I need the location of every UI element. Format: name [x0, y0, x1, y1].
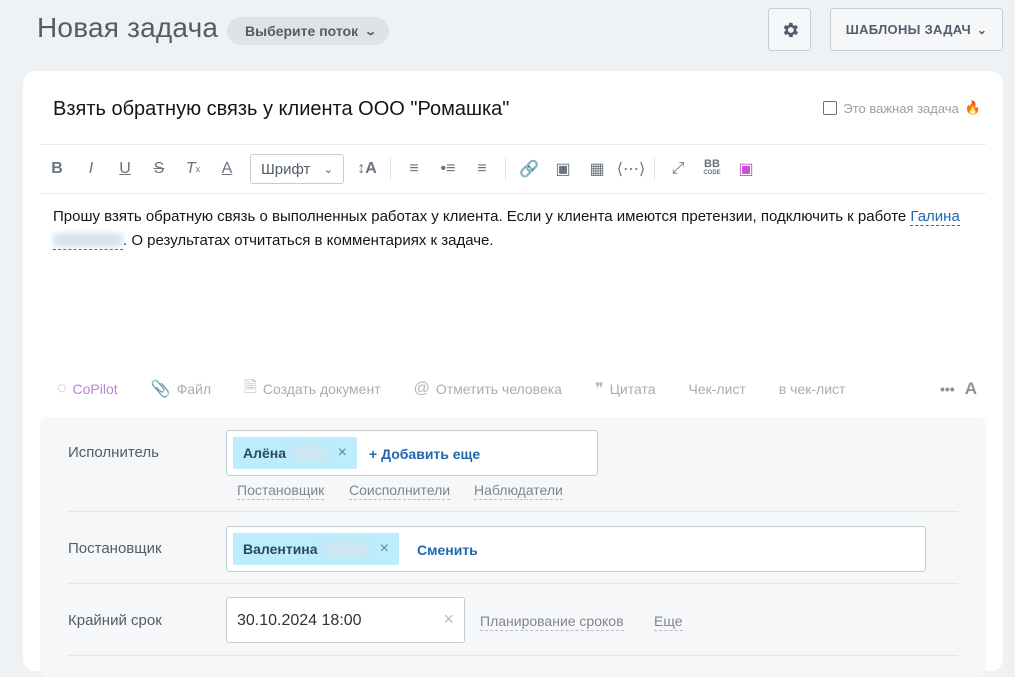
change-creator-button[interactable]: Сменить	[417, 542, 478, 558]
deadline-planning-link[interactable]: Планирование сроков	[480, 613, 624, 631]
task-description[interactable]: Прошу взять обратную связь о выполненных…	[53, 205, 983, 253]
page-title: Новая задача	[37, 12, 219, 43]
bulleted-list-button[interactable]: •≡	[431, 154, 465, 184]
toolbar-divider	[505, 158, 506, 180]
more-icon[interactable]: •••	[940, 381, 955, 397]
important-label: Это важная задача	[843, 100, 959, 116]
role-creator-link[interactable]: Постановщик	[237, 482, 325, 500]
text-format-icon[interactable]: A	[965, 379, 977, 399]
code-button[interactable]: ⟨⋯⟩	[614, 154, 648, 184]
copilot-button[interactable]: ◌ CoPilot	[57, 380, 118, 398]
at-icon: @	[413, 380, 430, 397]
numbered-list-button[interactable]: ≡	[397, 154, 431, 184]
creator-chip[interactable]: Валентина ×	[233, 533, 399, 565]
create-document-button[interactable]: 🗎 Создать документ	[244, 376, 381, 403]
copilot-icon: ◌	[57, 380, 67, 397]
quote-icon: ❞	[594, 381, 604, 398]
document-icon: 🗎	[244, 378, 257, 396]
chevron-down-icon: ⌄	[364, 25, 378, 38]
blurred-surname	[323, 542, 368, 556]
fullscreen-button[interactable]: ⤢	[661, 154, 695, 184]
flow-select-label: Выберите поток	[245, 23, 359, 39]
mention-person-button[interactable]: @ Отметить человека	[414, 380, 562, 398]
bbcode-button[interactable]: BB CODE	[695, 154, 729, 184]
add-more-button[interactable]: + Добавить еще	[369, 446, 480, 462]
toolbar-divider	[390, 158, 391, 180]
divider	[68, 583, 958, 584]
task-templates-label: ШАБЛОНЫ ЗАДАЧ	[845, 22, 971, 37]
plus-icon: +	[369, 446, 378, 462]
italic-button[interactable]: I	[74, 154, 108, 184]
quote-button[interactable]: ❞ Цитата	[595, 379, 656, 399]
font-color-button[interactable]: A	[210, 154, 244, 184]
task-title-input[interactable]: Взять обратную связь у клиента ООО "Рома…	[53, 98, 509, 121]
role-coassignees-link[interactable]: Соисполнители	[349, 482, 451, 500]
creator-field[interactable]: Валентина × Сменить	[226, 526, 926, 572]
bold-button[interactable]: B	[40, 154, 74, 184]
strikethrough-button[interactable]: S	[142, 154, 176, 184]
divider	[68, 655, 958, 656]
table-button[interactable]: ▦	[580, 154, 614, 184]
deadline-label: Крайний срок	[68, 612, 162, 629]
task-form-card: Взять обратную связь у клиента ООО "Рома…	[23, 71, 1003, 677]
paperclip-icon: 📎	[150, 381, 171, 398]
deadline-input[interactable]: 30.10.2024 18:00 ×	[226, 597, 465, 643]
flow-select[interactable]: Выберите поток ⌄	[227, 17, 390, 45]
editor-toolbar: B I U S Tx A Шрифт ⌄ ↕A ≡ •≡ ≡ 🔗 ▣ ▦ ⟨⋯⟩…	[40, 144, 986, 194]
blurred-surname	[53, 233, 123, 247]
assignee-field[interactable]: Алёна × + Добавить еще	[226, 430, 598, 476]
task-fields-panel: Исполнитель Алёна × + Добавить еще Поста…	[40, 417, 986, 677]
top-bar: Новая задача Выберите поток ⌄ ШАБЛОНЫ ЗА…	[0, 0, 1015, 70]
description-text-1: Прошу взять обратную связь о выполненных…	[53, 208, 907, 225]
underline-button[interactable]: U	[108, 154, 142, 184]
gear-icon	[783, 22, 798, 37]
clear-date-icon[interactable]: ×	[443, 609, 454, 630]
divider	[68, 511, 958, 512]
toolbar-divider	[654, 158, 655, 180]
important-task-toggle[interactable]: Это важная задача 🔥	[823, 100, 981, 116]
creator-label: Постановщик	[68, 540, 162, 557]
close-icon[interactable]: ×	[338, 444, 347, 462]
flame-icon: 🔥	[964, 100, 981, 115]
font-size-button[interactable]: ↕A	[350, 154, 384, 184]
blurred-surname	[292, 446, 326, 460]
description-text-2: . О результатах отчитаться в комментария…	[123, 232, 494, 249]
role-observers-link[interactable]: Наблюдатели	[474, 482, 563, 500]
important-checkbox[interactable]	[823, 101, 838, 115]
chevron-down-icon: ⌄	[323, 163, 333, 176]
link-button[interactable]: 🔗	[512, 154, 546, 184]
close-icon[interactable]: ×	[380, 540, 389, 558]
chevron-down-icon: ⌄	[976, 22, 988, 37]
assignee-label: Исполнитель	[68, 444, 159, 461]
deadline-more-link[interactable]: Еще	[654, 613, 683, 631]
action-bar: ◌ CoPilot 📎 Файл 🗎 Создать документ @ От…	[57, 376, 977, 402]
ai-image-button[interactable]: ▣	[729, 154, 763, 184]
image-button[interactable]: ▣	[546, 154, 580, 184]
deadline-value: 30.10.2024 18:00	[237, 612, 362, 629]
font-select-label: Шрифт	[261, 160, 311, 178]
settings-button[interactable]	[768, 8, 811, 51]
font-select[interactable]: Шрифт ⌄	[250, 154, 344, 184]
checklist-button[interactable]: Чек-лист	[689, 381, 746, 397]
file-button[interactable]: 📎 Файл	[151, 379, 211, 399]
assignee-chip[interactable]: Алёна ×	[233, 437, 357, 469]
clear-format-button[interactable]: Tx	[176, 154, 210, 184]
align-button[interactable]: ≡	[465, 154, 499, 184]
to-checklist-button[interactable]: в чек-лист	[779, 381, 846, 397]
task-templates-button[interactable]: ШАБЛОНЫ ЗАДАЧ ⌄	[830, 8, 1003, 51]
